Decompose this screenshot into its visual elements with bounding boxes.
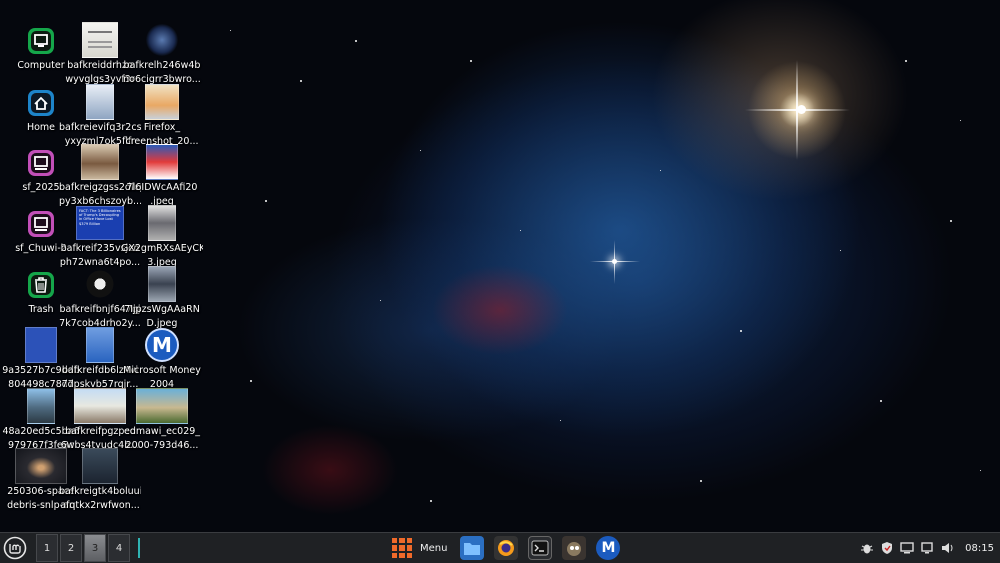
star xyxy=(430,500,432,502)
menu-label[interactable]: Menu xyxy=(420,543,447,554)
terminal-icon xyxy=(531,540,549,556)
image-thumbnail xyxy=(146,144,178,180)
star xyxy=(740,330,742,332)
taskbar-panel: 1 2 3 4 Menu M 08:15 xyxy=(0,532,1000,563)
star xyxy=(840,250,841,251)
workspace-4[interactable]: 4 xyxy=(108,534,130,562)
gimp-icon xyxy=(567,542,582,556)
volume-icon[interactable] xyxy=(939,540,955,556)
clock[interactable]: 08:15 xyxy=(965,543,994,554)
desktop-icon-file[interactable]: edmawi_ec029_ 2000-793d46... xyxy=(121,388,203,451)
image-thumbnail xyxy=(27,388,55,424)
icon-label: afqtkx2rwfwon... xyxy=(60,499,140,511)
desktop-icon-microsoft-money[interactable]: M Microsoft Money 2004 xyxy=(121,327,203,390)
microsoft-money-icon: M xyxy=(601,540,616,556)
drive-icon xyxy=(28,211,54,237)
image-thumbnail xyxy=(82,22,118,58)
workspace-3[interactable]: 3 xyxy=(84,534,106,562)
menu-grid-icon[interactable] xyxy=(392,538,412,558)
image-thumbnail xyxy=(82,448,118,484)
panel-separator xyxy=(138,538,140,558)
star xyxy=(265,200,267,202)
star xyxy=(250,380,252,382)
icon-label: GX2gmRXsAEyCK xyxy=(121,243,203,254)
star xyxy=(660,170,661,171)
image-thumbnail xyxy=(86,327,114,363)
star xyxy=(380,300,381,301)
star-flare xyxy=(590,261,640,262)
display-icon[interactable] xyxy=(899,540,915,556)
star xyxy=(355,40,357,42)
workspace-2[interactable]: 2 xyxy=(60,534,82,562)
firefox-icon xyxy=(498,540,515,556)
icon-label: edmawi_ec029_ xyxy=(123,426,201,437)
system-tray: 08:15 xyxy=(859,537,994,559)
files-launcher[interactable] xyxy=(460,536,485,560)
star xyxy=(980,470,981,471)
desktop-icon-file[interactable]: Firefox_ creenshot_20... xyxy=(121,84,203,147)
desktop-icon-file[interactable]: bafkrelh246w4b no6cigrr3bwro... xyxy=(121,22,203,85)
icon-label: Microsoft Money xyxy=(123,365,201,376)
star xyxy=(960,120,961,121)
image-thumbnail xyxy=(136,388,188,424)
trash-icon xyxy=(28,272,54,298)
computer-icon xyxy=(28,28,54,54)
image-thumbnail xyxy=(148,266,176,302)
star xyxy=(700,480,702,482)
star xyxy=(520,230,521,231)
star-flare xyxy=(796,60,798,160)
star xyxy=(470,60,472,62)
icon-label: 7IjpzsWgAAaRN xyxy=(124,304,200,315)
microsoft-money-icon: M xyxy=(145,328,179,362)
image-thumbnail xyxy=(148,205,176,241)
image-thumbnail xyxy=(145,84,179,120)
mint-logo-icon xyxy=(3,536,27,560)
network-icon[interactable] xyxy=(919,540,935,556)
terminal-launcher[interactable] xyxy=(528,536,553,560)
desktop-icon-file[interactable]: 7I6IDWcAAfi20 .jpeg xyxy=(121,144,203,207)
folder-icon xyxy=(464,543,481,555)
icon-label: 7I6IDWcAAfi20 xyxy=(126,182,198,193)
app-launcher[interactable] xyxy=(562,536,587,560)
star xyxy=(880,400,882,402)
desktop-icon-file[interactable]: GX2gmRXsAEyCK 3.jpeg xyxy=(121,205,203,268)
start-menu-button[interactable] xyxy=(2,535,28,561)
desktop-icon-file[interactable]: bafkreigtk4boluui afqtkx2rwfwon... xyxy=(59,448,141,511)
firefox-launcher[interactable] xyxy=(494,536,519,560)
image-thumbnail xyxy=(86,267,114,301)
image-thumbnail xyxy=(146,24,178,56)
icon-label: Firefox_ xyxy=(143,122,181,133)
star xyxy=(420,150,421,151)
star xyxy=(300,80,302,82)
image-thumbnail xyxy=(86,84,114,120)
bug-icon[interactable] xyxy=(859,540,875,556)
star xyxy=(905,60,907,62)
home-icon xyxy=(28,90,54,116)
star xyxy=(560,420,561,421)
image-thumbnail xyxy=(74,388,126,424)
image-thumbnail: FACT: The 3 Billionaires of Trump's Deco… xyxy=(76,206,124,240)
microsoft-money-launcher[interactable]: M xyxy=(596,536,621,560)
icon-label: bafkreigtk4boluui xyxy=(59,486,141,497)
desktop-icon-file[interactable]: 7IjpzsWgAAaRN D.jpeg xyxy=(121,266,203,329)
icon-label: bafkrelh246w4b xyxy=(123,60,201,71)
star xyxy=(950,220,952,222)
image-thumbnail xyxy=(81,144,119,180)
desktop-wallpaper: Computer bafkreiddrhzo wyvglgs3yvf3r baf… xyxy=(0,0,1000,532)
star xyxy=(230,30,231,31)
workspace-1[interactable]: 1 xyxy=(36,534,58,562)
drive-icon xyxy=(28,150,54,176)
workspace-switcher: 1 2 3 4 xyxy=(36,534,132,562)
panel-launchers: Menu M xyxy=(392,535,625,561)
image-thumbnail xyxy=(25,327,57,363)
star-flare xyxy=(614,240,615,284)
shield-icon[interactable] xyxy=(879,540,895,556)
